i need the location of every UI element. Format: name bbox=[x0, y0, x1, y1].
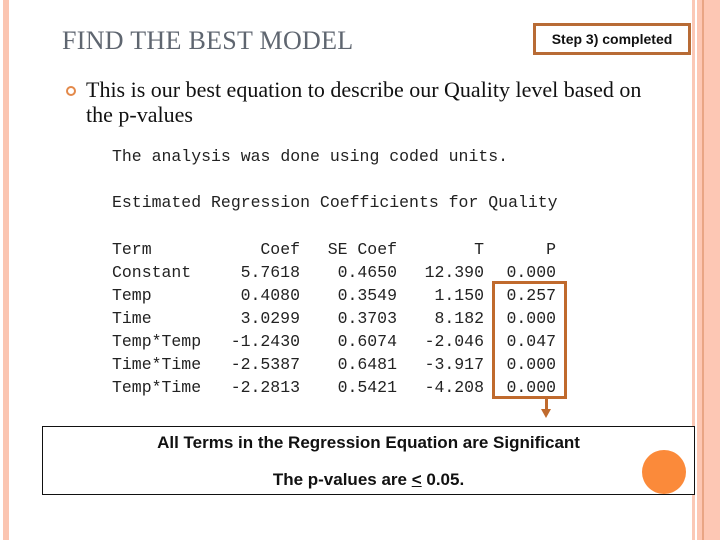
left-decorative-stripe bbox=[3, 0, 9, 540]
coef-cell: 0.4080 bbox=[240, 286, 300, 305]
bullet-text: This is our best equation to describe ou… bbox=[86, 77, 642, 127]
conclusion-detail-suffix: 0.05. bbox=[421, 470, 465, 489]
conclusion-detail: The p-values are < 0.05. bbox=[43, 470, 694, 490]
right-decorative-band-line bbox=[702, 0, 704, 540]
p-values-highlight-box bbox=[492, 281, 567, 399]
coef-cell: 3.0299 bbox=[240, 309, 300, 328]
t-cell: 12.390 bbox=[424, 263, 484, 282]
se-coef-cell: 0.4650 bbox=[337, 263, 397, 282]
term-cell: Temp*Time bbox=[112, 378, 202, 397]
down-arrow-stem bbox=[545, 396, 548, 410]
t-cell: 8.182 bbox=[434, 309, 484, 328]
column-header-p: P bbox=[546, 240, 556, 259]
coef-cell: -1.2430 bbox=[230, 332, 300, 351]
conclusion-box: All Terms in the Regression Equation are… bbox=[42, 426, 695, 495]
term-cell: Temp bbox=[112, 286, 152, 305]
coef-cell: 5.7618 bbox=[240, 263, 300, 282]
term-cell: Temp*Temp bbox=[112, 332, 202, 351]
term-cell: Time*Time bbox=[112, 355, 202, 374]
t-cell: -3.917 bbox=[424, 355, 484, 374]
less-equal-symbol: < bbox=[411, 470, 422, 489]
t-cell: -4.208 bbox=[424, 378, 484, 397]
table-row: Temp*Temp -1.2430 0.6074 -2.046 0.047 bbox=[112, 330, 556, 353]
column-header-coef: Coef bbox=[260, 240, 300, 259]
se-coef-cell: 0.6481 bbox=[337, 355, 397, 374]
column-header-term: Term bbox=[112, 240, 152, 259]
conclusion-detail-prefix: The p-values are bbox=[272, 470, 412, 489]
term-cell: Time bbox=[112, 309, 152, 328]
term-cell: Constant bbox=[112, 263, 192, 282]
step-badge: Step 3) completed bbox=[533, 23, 691, 55]
conclusion-headline: All Terms in the Regression Equation are… bbox=[157, 433, 580, 452]
coef-cell: -2.5387 bbox=[230, 355, 300, 374]
column-header-t: T bbox=[474, 240, 484, 259]
se-coef-cell: 0.3703 bbox=[337, 309, 397, 328]
regression-table: Term Coef SE Coef T P Constant 5.7618 0.… bbox=[112, 238, 556, 399]
t-cell: 1.150 bbox=[434, 286, 484, 305]
table-header-row: Term Coef SE Coef T P bbox=[112, 238, 556, 261]
table-row: Time 3.0299 0.3703 8.182 0.000 bbox=[112, 307, 556, 330]
table-row: Time*Time -2.5387 0.6481 -3.917 0.000 bbox=[112, 353, 556, 376]
analysis-note: The analysis was done using coded units. bbox=[112, 147, 509, 166]
down-arrow-icon bbox=[541, 409, 551, 418]
se-coef-cell: 0.5421 bbox=[337, 378, 397, 397]
table-row: Temp 0.4080 0.3549 1.150 0.257 bbox=[112, 284, 556, 307]
slide-title: FIND THE BEST MODEL bbox=[62, 26, 354, 55]
coefficients-title: Estimated Regression Coefficients for Qu… bbox=[112, 193, 558, 212]
coef-cell: -2.2813 bbox=[230, 378, 300, 397]
right-decorative-band bbox=[697, 0, 720, 540]
bullet-circle-icon bbox=[66, 86, 76, 96]
se-coef-cell: 0.6074 bbox=[337, 332, 397, 351]
se-coef-cell: 0.3549 bbox=[337, 286, 397, 305]
step-badge-label: Step 3) completed bbox=[551, 31, 673, 47]
t-cell: -2.046 bbox=[424, 332, 484, 351]
table-row: Constant 5.7618 0.4650 12.390 0.000 bbox=[112, 261, 556, 284]
table-row: Temp*Time -2.2813 0.5421 -4.208 0.000 bbox=[112, 376, 556, 399]
column-header-se-coef: SE Coef bbox=[327, 240, 397, 259]
orange-circle-decoration bbox=[642, 450, 686, 494]
